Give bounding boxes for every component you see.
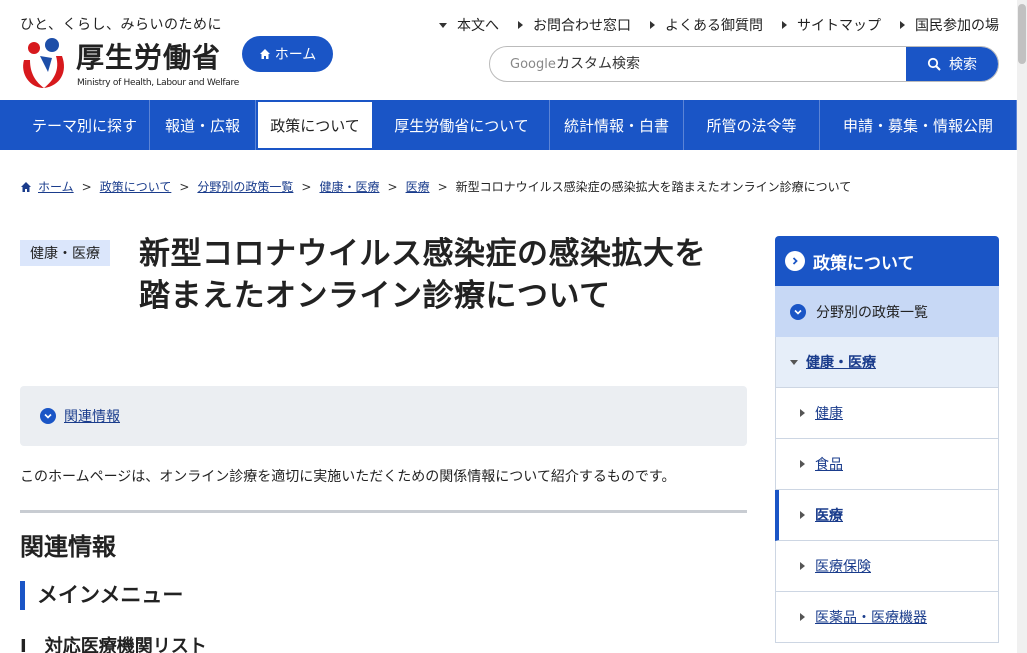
page-scrollbar[interactable] bbox=[1017, 0, 1027, 653]
side-nav-item[interactable]: 医薬品・医療機器 bbox=[775, 592, 999, 643]
category-tag: 健康・医療 bbox=[20, 240, 110, 266]
scrollbar-thumb[interactable] bbox=[1018, 4, 1026, 64]
triangle-right-icon bbox=[900, 21, 905, 29]
subsection-heading-main-menu: メインメニュー bbox=[20, 581, 183, 610]
chevron-down-circle-icon bbox=[790, 303, 806, 320]
toc-link-related-info[interactable]: 関連情報 bbox=[64, 406, 120, 426]
breadcrumb-separator: > bbox=[179, 179, 190, 194]
side-nav-level1-item[interactable]: 分野別の政策一覧 bbox=[775, 286, 999, 337]
heading-facility-list: Ⅰ 対応医療機関リスト bbox=[20, 636, 207, 653]
side-nav-item[interactable]: 食品 bbox=[775, 439, 999, 490]
side-nav-item-link[interactable]: 医薬品・医療機器 bbox=[815, 607, 927, 627]
nav-tab[interactable]: 統計情報・白書 bbox=[550, 100, 684, 150]
side-nav-item-link[interactable]: 食品 bbox=[815, 454, 843, 474]
breadcrumb-separator: > bbox=[437, 179, 448, 194]
breadcrumb-separator: > bbox=[387, 179, 398, 194]
triangle-right-icon bbox=[782, 21, 787, 29]
utility-link[interactable]: 国民参加の場 bbox=[900, 15, 999, 35]
triangle-right-icon bbox=[800, 460, 805, 468]
breadcrumb-separator: > bbox=[81, 179, 92, 194]
utility-link[interactable]: サイトマップ bbox=[782, 15, 881, 35]
side-nav-level2-item[interactable]: 健康・医療 bbox=[775, 337, 999, 388]
utility-link-label: 国民参加の場 bbox=[915, 18, 999, 34]
global-nav: テーマ別に探す 報道・広報 政策について 厚生労働省について 統計情報・白書 所管の法令等… bbox=[0, 100, 1017, 150]
site-header: ひと、くらし、みらいのために 厚生労働省 Ministry of Health,… bbox=[0, 0, 1017, 100]
side-nav-item-link[interactable]: 医療 bbox=[815, 505, 843, 525]
side-nav-header[interactable]: 政策について bbox=[775, 236, 999, 286]
triangle-down-icon bbox=[439, 22, 447, 28]
breadcrumb-link[interactable]: ホーム bbox=[38, 178, 74, 195]
breadcrumb-current: 新型コロナウイルス感染症の感染拡大を踏まえたオンライン診療について bbox=[455, 180, 852, 194]
utility-link[interactable]: 本文へ bbox=[439, 15, 499, 35]
nav-tab[interactable]: 政策について bbox=[256, 100, 374, 150]
utility-links: 本文へ お問合わせ窓口 よくある御質問 サイトマップ 国民参加の場 bbox=[420, 15, 999, 35]
nav-tab[interactable]: 厚生労働省について bbox=[374, 100, 550, 150]
home-icon bbox=[21, 181, 31, 192]
side-nav-item-link[interactable]: 医療保険 bbox=[815, 556, 871, 576]
triangle-right-icon bbox=[800, 409, 805, 417]
logo-english-name: Ministry of Health, Labour and Welfare bbox=[77, 78, 239, 88]
search-button[interactable]: 検索 bbox=[906, 47, 998, 81]
side-nav-item[interactable]: 医療 bbox=[775, 490, 999, 541]
page-title: 新型コロナウイルス感染症の感染拡大を踏まえたオンライン診療について bbox=[139, 236, 706, 314]
search-icon bbox=[927, 57, 941, 71]
triangle-right-icon bbox=[800, 562, 805, 570]
search-button-label: 検索 bbox=[949, 57, 977, 73]
utility-link-label: 本文へ bbox=[457, 18, 499, 34]
triangle-down-icon bbox=[790, 359, 798, 365]
side-nav: 政策について 分野別の政策一覧 健康・医療 健康食品医療医療保険医薬品・医療機器 bbox=[775, 236, 999, 643]
side-nav-header-label: 政策について bbox=[813, 253, 915, 274]
toc-box: 関連情報 bbox=[20, 386, 747, 446]
breadcrumb: ホーム > 政策について > 分野別の政策一覧 > 健康・医療 > 医療 > 新型コロナウイルス感染… bbox=[20, 178, 851, 195]
chevron-right-circle-icon bbox=[785, 251, 805, 271]
side-nav-level1-label: 分野別の政策一覧 bbox=[816, 304, 928, 321]
home-button[interactable]: ホーム bbox=[242, 36, 333, 72]
utility-link[interactable]: よくある御質問 bbox=[650, 15, 763, 35]
side-nav-item-link[interactable]: 健康 bbox=[815, 403, 843, 423]
utility-link-label: よくある御質問 bbox=[665, 18, 763, 34]
breadcrumb-link[interactable]: 医療 bbox=[406, 178, 430, 195]
home-button-label: ホーム bbox=[274, 47, 317, 63]
triangle-right-icon bbox=[518, 21, 523, 29]
nav-tab[interactable]: 申請・募集・情報公開 bbox=[820, 100, 1017, 150]
side-nav-level2-link[interactable]: 健康・医療 bbox=[806, 352, 876, 372]
breadcrumb-link[interactable]: 健康・医療 bbox=[319, 178, 379, 195]
side-nav-item[interactable]: 健康 bbox=[775, 388, 999, 439]
home-icon bbox=[259, 49, 270, 59]
utility-link[interactable]: お問合わせ窓口 bbox=[518, 15, 631, 35]
logo-name[interactable]: 厚生労働省 bbox=[76, 36, 221, 76]
breadcrumb-separator: > bbox=[301, 179, 312, 194]
nav-tab[interactable]: 報道・広報 bbox=[150, 100, 256, 150]
intro-text: このホームページは、オンライン診療を適切に実施いただくための関係情報について紹介… bbox=[20, 469, 676, 485]
breadcrumb-link[interactable]: 政策について bbox=[100, 178, 172, 195]
search-form: Google 検索 bbox=[489, 46, 999, 82]
nav-tab[interactable]: 所管の法令等 bbox=[684, 100, 820, 150]
triangle-right-icon bbox=[800, 511, 805, 519]
triangle-right-icon bbox=[650, 21, 655, 29]
mhlw-logo-icon[interactable] bbox=[18, 36, 70, 90]
utility-link-label: お問合わせ窓口 bbox=[533, 18, 631, 34]
side-nav-item[interactable]: 医療保険 bbox=[775, 541, 999, 592]
site-tagline: ひと、くらし、みらいのために bbox=[20, 17, 223, 33]
nav-tab[interactable]: テーマ別に探す bbox=[20, 100, 150, 150]
breadcrumb-link[interactable]: 分野別の政策一覧 bbox=[197, 178, 293, 195]
chevron-down-circle-icon bbox=[40, 408, 56, 424]
triangle-right-icon bbox=[800, 613, 805, 621]
section-heading-related-info: 関連情報 bbox=[20, 510, 747, 562]
utility-link-label: サイトマップ bbox=[797, 18, 881, 34]
google-brand-label: Google bbox=[510, 57, 556, 72]
